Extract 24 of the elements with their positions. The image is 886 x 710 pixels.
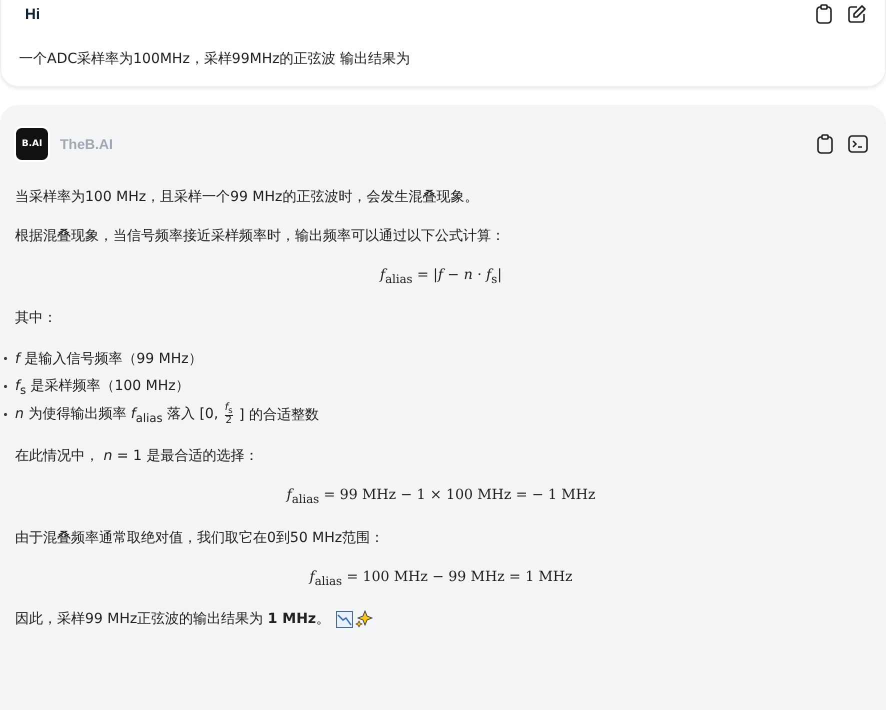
paragraph: 当采样率为100 MHz，且采样一个99 MHz的正弦波时，会发生混叠现象。 bbox=[15, 188, 480, 207]
clipboard-icon[interactable] bbox=[816, 134, 834, 154]
formula: f$_{alias}$ = |f − n · f$_{s}$| bbox=[378, 266, 503, 288]
bullet-icon bbox=[4, 413, 7, 416]
formula: f$_{alias}$ = 100 MHz − 99 MHz = 1 MHz bbox=[308, 568, 574, 590]
clipboard-icon[interactable] bbox=[815, 4, 833, 24]
formula: f$_{alias}$ = 99 MHz − 1 × 100 MHz = − 1 MHz bbox=[284, 486, 596, 508]
user-message-text: 一个ADC采样率为100MHz，采样99MHz的正弦波 输出结果为 bbox=[19, 50, 412, 68]
paragraph: 在此情况中， n = 1 是最合适的选择： bbox=[15, 446, 260, 466]
sparkle-icon bbox=[355, 610, 374, 628]
bot-name: TheB.AI bbox=[60, 136, 113, 152]
list-item: f$_{s}$ 是采样频率（100 MHz） bbox=[15, 376, 190, 397]
chart-down-icon bbox=[336, 610, 354, 628]
paragraph: 由于混叠频率通常取绝对值，我们取它在0到50 MHz范围： bbox=[15, 528, 386, 548]
user-avatar: Hi bbox=[25, 6, 40, 22]
paragraph: 根据混叠现象，当信号频率接近采样频率时，输出频率可以通过以下公式计算： bbox=[15, 227, 506, 246]
paragraph: 因此，采样99 MHz正弦波的输出结果为 1 MHz。 bbox=[15, 610, 330, 630]
edit-icon[interactable] bbox=[847, 4, 867, 24]
terminal-icon[interactable] bbox=[848, 135, 868, 153]
bullet-icon bbox=[4, 385, 7, 388]
list-item: f 是输入信号频率（99 MHz） bbox=[15, 350, 203, 368]
bullet-icon bbox=[4, 357, 7, 360]
bot-logo: B.AI bbox=[14, 126, 50, 162]
paragraph: 其中： bbox=[15, 308, 58, 328]
